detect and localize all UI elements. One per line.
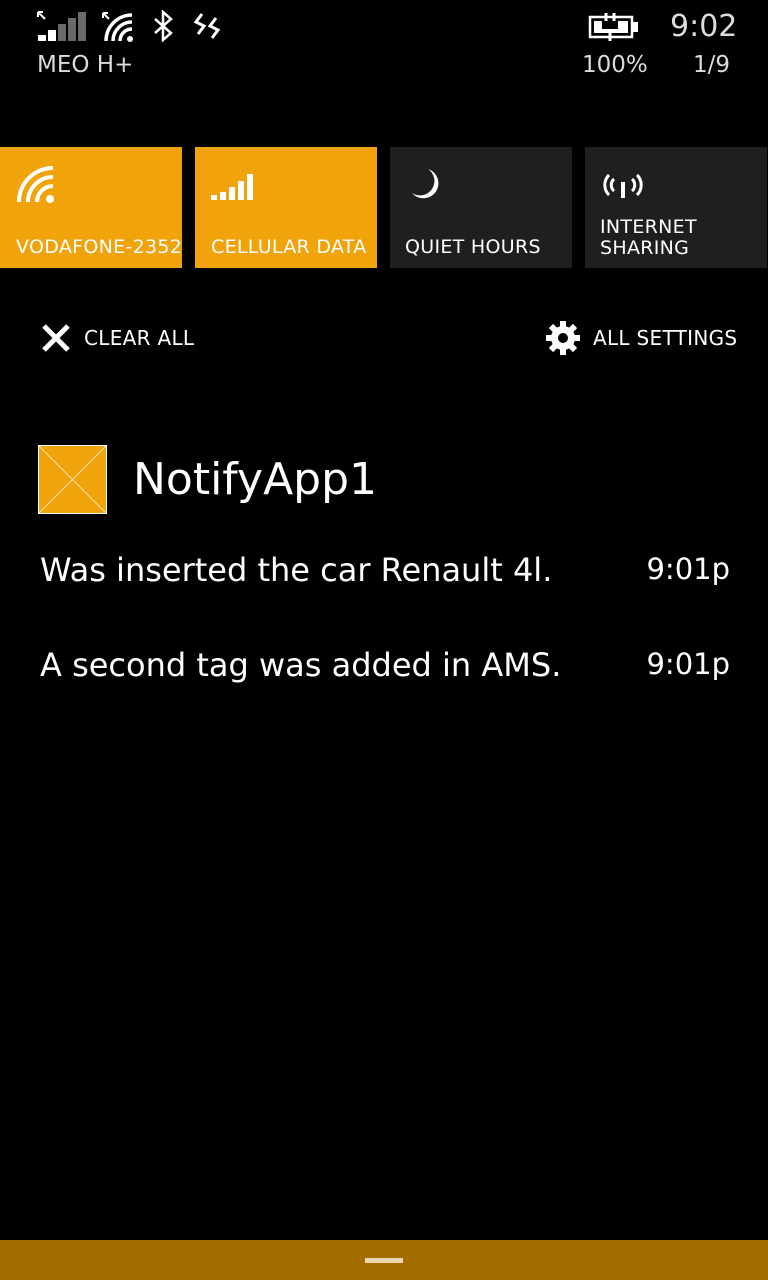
quick-action-label: CELLULAR DATA [211,236,367,258]
app-placeholder-icon [38,445,107,514]
notification-text: Was inserted the car Renault 4l. [40,551,553,589]
quick-action-quiet-hours[interactable]: QUIET HOURS [390,147,572,268]
action-center-handle[interactable] [0,1240,768,1280]
all-settings-label: ALL SETTINGS [593,326,738,350]
notification-item[interactable]: Was inserted the car Renault 4l. 9:01p [40,548,730,598]
clock: 9:02 [670,9,738,44]
vibrate-icon [193,12,222,46]
cellular-data-icon [211,165,253,205]
notification-item[interactable]: A second tag was added in AMS. 9:01p [40,643,730,693]
close-icon [40,322,72,354]
quick-action-label: QUIET HOURS [405,236,541,258]
wifi-icon [16,165,56,205]
battery-charging-icon [588,12,640,46]
carrier-label: MEO H+ [37,52,134,78]
wifi-icon [100,10,138,46]
notification-time: 9:01p [646,647,730,681]
quick-action-label: INTERNET SHARING [600,216,697,259]
all-settings-button[interactable]: ALL SETTINGS [545,320,737,356]
gear-icon [545,320,581,356]
notification-text: A second tag was added in AMS. [40,646,562,684]
app-header[interactable]: NotifyApp1 [38,445,377,514]
drag-handle-icon [365,1258,403,1263]
notification-time: 9:01p [646,552,730,586]
app-name: NotifyApp1 [133,454,378,505]
quick-action-cellular-data[interactable]: CELLULAR DATA [195,147,377,268]
clear-all-label: CLEAR ALL [84,326,195,350]
quick-action-label: VODAFONE-2352 [16,236,182,258]
quick-action-internet-sharing[interactable]: INTERNET SHARING [585,147,767,268]
bluetooth-icon [152,9,176,46]
battery-percent: 100% [582,52,648,78]
quick-action-wifi[interactable]: VODAFONE-2352 [0,147,182,268]
notification-count: 1/9 [693,52,731,78]
moon-icon [406,165,446,205]
cell-signal-icon [36,10,88,46]
clear-all-button[interactable]: CLEAR ALL [40,320,194,356]
internet-sharing-icon [601,165,643,205]
